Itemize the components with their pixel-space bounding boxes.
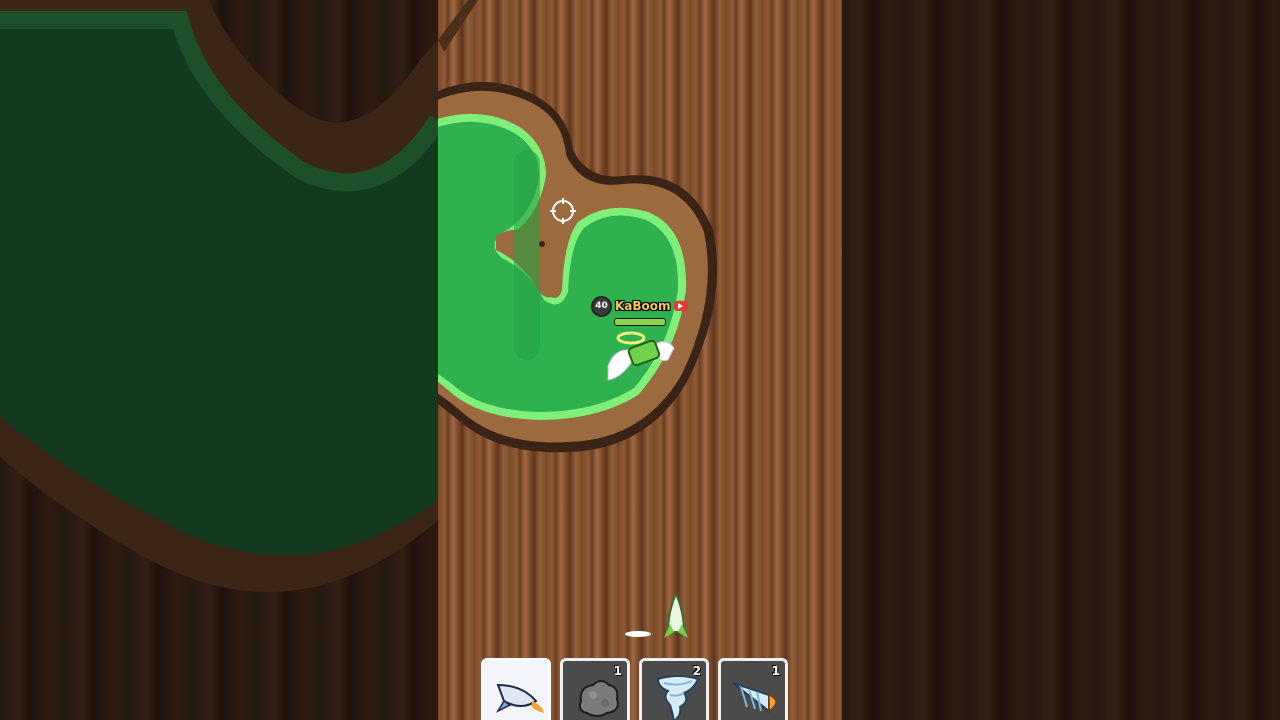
blurred-background-right — [842, 0, 1280, 720]
weapon-hotbar: 1 2 1 — [481, 658, 788, 720]
hotbar-slot-rocket[interactable] — [481, 658, 551, 720]
rocket-icon — [496, 683, 544, 713]
player-level-badge: 40 — [591, 295, 612, 317]
rock-icon — [578, 680, 619, 717]
player-health-bar — [614, 318, 666, 326]
player-name: KaBoom — [615, 299, 671, 313]
terrain-map — [438, 0, 718, 638]
game-viewport[interactable]: 40 KaBoom 1 2 1 — [438, 0, 842, 720]
rocket-projectile — [625, 591, 688, 638]
hotbar-slot-tornado[interactable]: 2 — [639, 658, 709, 720]
drill-icon — [732, 682, 777, 714]
blurred-background-left — [0, 0, 438, 720]
hotbar-slot-drill[interactable]: 1 — [718, 658, 788, 720]
player-nameplate: 40 KaBoom — [591, 295, 688, 317]
blurred-map-left — [0, 0, 438, 592]
youtube-icon — [673, 301, 688, 311]
tornado-icon — [656, 675, 700, 720]
hotbar-slot-rock[interactable]: 1 — [560, 658, 630, 720]
player-health-fill — [615, 319, 665, 325]
